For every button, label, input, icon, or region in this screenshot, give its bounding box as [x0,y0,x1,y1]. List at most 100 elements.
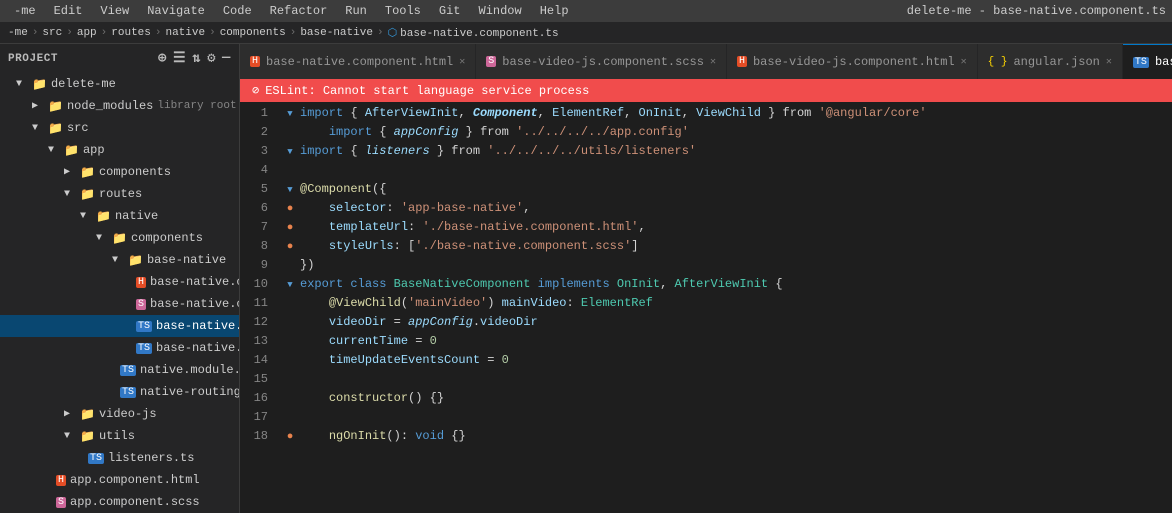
sidebar-item-base-native-ts[interactable]: TS base-native.comp... [0,315,239,337]
code-line-17 [300,408,1172,427]
tab-icon-json: { } [988,56,1008,68]
breadcrumb-part[interactable]: native [165,27,205,39]
code-line-5: @Component({ [300,180,1172,199]
menu-item-window[interactable]: Window [471,2,530,20]
sidebar-item-node-modules[interactable]: ▶ 📁 node_modules library root [0,95,239,117]
menu-bar: -me Edit View Navigate Code Refactor Run… [0,0,1172,22]
error-banner: ⊘ ESLint: Cannot start language service … [240,79,1172,102]
sidebar-item-utils[interactable]: ▼ 📁 utils [0,425,239,447]
tab-close-icon[interactable]: ✕ [1106,56,1112,68]
code-content[interactable]: import { AfterViewInit, Component, Eleme… [300,102,1172,513]
breadcrumb-part[interactable]: src [42,27,62,39]
error-icon: ⊘ [252,83,259,98]
sidebar-icon-sort[interactable]: ⇅ [192,50,201,67]
tab-close-icon[interactable]: ✕ [710,56,716,68]
tab-close-icon[interactable]: ✕ [459,56,465,68]
breadcrumb-part[interactable]: base-native [300,27,373,39]
tree-label: listeners.ts [108,451,194,465]
tab-base-video-html[interactable]: H base-video-js.component.html ✕ [727,44,978,79]
code-line-7: templateUrl: './base-native.component.ht… [300,218,1172,237]
tab-label: base-native.component.ts [1155,55,1172,69]
breadcrumb-part[interactable]: components [220,27,286,39]
sidebar-item-app-scss[interactable]: S app.component.scss [0,491,239,513]
tree-label: base-native [147,253,226,267]
scss-icon: S [136,299,146,310]
sidebar-item-routes[interactable]: ▼ 📁 routes [0,183,239,205]
tab-label: base-video-js.component.html [753,55,955,69]
breadcrumb-part[interactable]: routes [111,27,151,39]
sidebar-item-native-module[interactable]: TS native.module.ts [0,359,239,381]
menu-item-code[interactable]: Code [215,2,260,20]
gutter-line-18: ● [280,427,300,446]
error-message: ESLint: Cannot start language service pr… [265,84,589,98]
sidebar-item-delete-me[interactable]: ▼ 📁 delete-me [0,73,239,95]
sidebar-item-base-native-spec[interactable]: TS base-native.comp... [0,337,239,359]
line-numbers: 1 2 3 4 5 6 7 8 9 10 11 12 13 14 15 16 1… [240,102,280,513]
folder-icon: 📁 [112,231,127,246]
menu-item-refactor[interactable]: Refactor [262,2,336,20]
scss-icon: S [56,497,66,508]
code-line-8: styleUrls: ['./base-native.component.scs… [300,237,1172,256]
menu-item-run[interactable]: Run [337,2,375,20]
tree-extra: library root [157,100,236,112]
tree-label: delete-me [51,77,116,91]
gutter-line-6: ● [280,199,300,218]
code-line-13: currentTime = 0 [300,332,1172,351]
tree-label: native-routing.module.... [140,385,240,399]
gutter-line-10: ▼ [280,275,300,294]
sidebar-project-label: Project [8,53,58,65]
menu-item-help[interactable]: Help [532,2,577,20]
sidebar-item-components[interactable]: ▶ 📁 components [0,161,239,183]
folder-icon: 📁 [80,165,95,180]
menu-item-app[interactable]: -me [6,2,44,20]
sidebar-icon-list[interactable]: ☰ [173,50,186,67]
menu-item-view[interactable]: View [92,2,137,20]
menu-item-navigate[interactable]: Navigate [139,2,213,20]
ts-icon: TS [136,321,152,332]
sidebar-item-video-js[interactable]: ▶ 📁 video-js [0,403,239,425]
breadcrumb-part[interactable]: app [77,27,97,39]
tab-angular-json[interactable]: { } angular.json ✕ [978,44,1123,79]
sidebar-item-app[interactable]: ▼ 📁 app [0,139,239,161]
html-icon: H [56,475,66,486]
tree-label: components [99,165,171,179]
sidebar-item-base-native-folder[interactable]: ▼ 📁 base-native [0,249,239,271]
breadcrumb-file[interactable]: ⬡base-native.component.ts [388,26,559,40]
sidebar-item-listeners[interactable]: TS listeners.ts [0,447,239,469]
gutter-line-14 [280,351,300,370]
sidebar-header-icons: ⊕ ☰ ⇅ ⚙ — [158,50,231,67]
ts-icon: TS [136,343,152,354]
tree-label: utils [99,429,135,443]
sidebar-item-base-native-html[interactable]: H base-native.comp... [0,271,239,293]
code-line-4 [300,161,1172,180]
sidebar-item-native-routing[interactable]: TS native-routing.module.... [0,381,239,403]
sidebar-item-src[interactable]: ▼ 📁 src [0,117,239,139]
breadcrumb-part[interactable]: -me [8,27,28,39]
sidebar-icon-globe[interactable]: ⊕ [158,50,167,67]
folder-icon: 📁 [80,407,95,422]
tree-label: components [131,231,203,245]
menu-item-edit[interactable]: Edit [46,2,91,20]
tab-close-icon[interactable]: ✕ [961,56,967,68]
editor-area: H base-native.component.html ✕ S base-vi… [240,44,1172,513]
gutter-line-17 [280,408,300,427]
tree-label: app.component.html [70,473,200,487]
tab-base-video-scss[interactable]: S base-video-js.component.scss ✕ [476,44,727,79]
sidebar-icon-collapse[interactable]: — [222,50,231,67]
folder-icon: 📁 [80,429,95,444]
gutter-line-12 [280,313,300,332]
sidebar-item-app-html[interactable]: H app.component.html [0,469,239,491]
menu-item-git[interactable]: Git [431,2,469,20]
menu-item-tools[interactable]: Tools [377,2,429,20]
gutter-line-7: ● [280,218,300,237]
sidebar-item-components2[interactable]: ▼ 📁 components [0,227,239,249]
sidebar-icon-settings[interactable]: ⚙ [207,50,216,67]
tree-label: base-native.comp... [156,341,240,355]
code-editor[interactable]: 1 2 3 4 5 6 7 8 9 10 11 12 13 14 15 16 1… [240,102,1172,513]
html-icon: H [136,277,146,288]
sidebar-item-native[interactable]: ▼ 📁 native [0,205,239,227]
sidebar-item-base-native-scss[interactable]: S base-native.comp... [0,293,239,315]
breadcrumb: -me › src › app › routes › native › comp… [0,22,1172,44]
tab-base-native-html[interactable]: H base-native.component.html ✕ [240,44,476,79]
tab-base-native-ts[interactable]: TS base-native.component.ts ✕ [1123,44,1172,79]
